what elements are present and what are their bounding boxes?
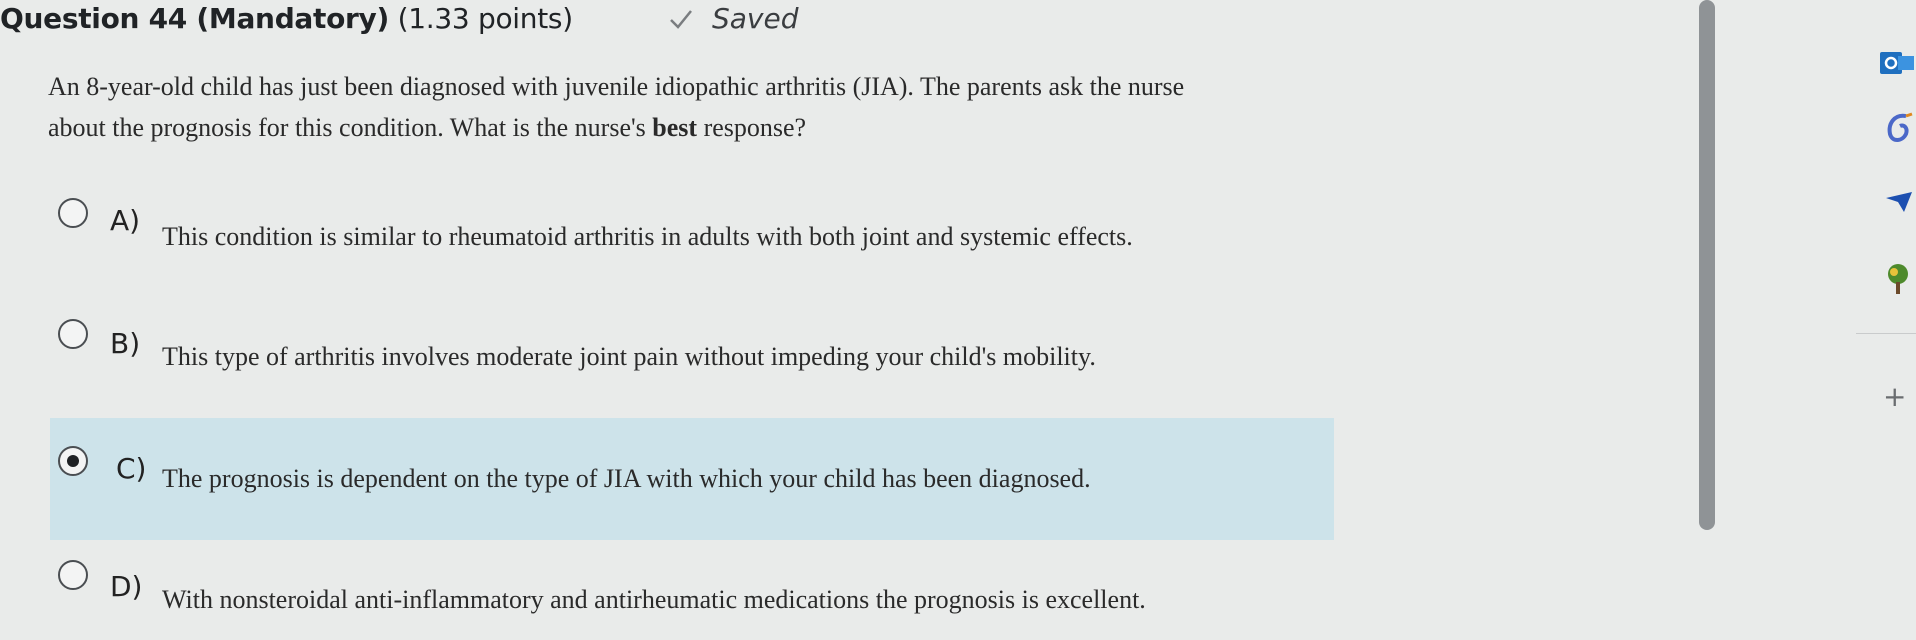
option-letter-d: D)	[110, 570, 143, 603]
stem-tail: response?	[697, 113, 807, 142]
saved-label: Saved	[712, 2, 799, 35]
add-icon[interactable]: +	[1883, 380, 1906, 413]
hook-icon[interactable]	[1884, 112, 1914, 149]
question-stem: An 8-year-old child has just been diagno…	[48, 66, 1348, 148]
check-icon	[668, 6, 694, 32]
stem-text: about the prognosis for this condition. …	[48, 113, 653, 142]
option-letter-c: C)	[116, 452, 147, 485]
question-number: Question 44 (Mandatory)	[0, 2, 390, 35]
stem-bold: best	[652, 113, 698, 142]
option-letter-a: A)	[110, 204, 141, 237]
outlook-icon[interactable]	[1880, 48, 1914, 83]
radio-button-b[interactable]	[58, 319, 88, 349]
send-icon[interactable]	[1884, 190, 1914, 219]
tree-icon[interactable]	[1884, 262, 1912, 301]
question-title: Question 44 (Mandatory) (1.33 points)	[0, 2, 573, 35]
radio-button-d[interactable]	[58, 560, 88, 590]
option-text-c: The prognosis is dependent on the type o…	[162, 464, 1091, 493]
stem-line-1: An 8-year-old child has just been diagno…	[48, 72, 1185, 101]
stem-line-2: about the prognosis for this condition. …	[48, 107, 1348, 148]
saved-status: Saved	[668, 2, 799, 35]
option-text-d: With nonsteroidal anti-inflammatory and …	[162, 585, 1146, 614]
radio-selected-dot	[67, 455, 79, 467]
vertical-scrollbar[interactable]	[1699, 0, 1715, 530]
question-points: (1.33 points)	[397, 2, 574, 35]
answer-option-b[interactable]: B) This type of arthritis involves moder…	[52, 317, 1332, 397]
answer-option-c[interactable]: C) The prognosis is dependent on the typ…	[50, 418, 1334, 540]
answer-option-d[interactable]: D) With nonsteroidal anti-inflammatory a…	[52, 560, 1332, 640]
answer-option-a[interactable]: A) This condition is similar to rheumato…	[52, 194, 1332, 274]
option-letter-b: B)	[110, 327, 141, 360]
radio-button-a[interactable]	[58, 198, 88, 228]
question-header: Question 44 (Mandatory) (1.33 points)	[0, 0, 573, 40]
option-text-b: This type of arthritis involves moderate…	[162, 342, 1096, 371]
option-text-a: This condition is similar to rheumatoid …	[162, 222, 1133, 251]
sidebar-divider	[1856, 333, 1916, 334]
radio-button-c[interactable]	[58, 446, 88, 476]
